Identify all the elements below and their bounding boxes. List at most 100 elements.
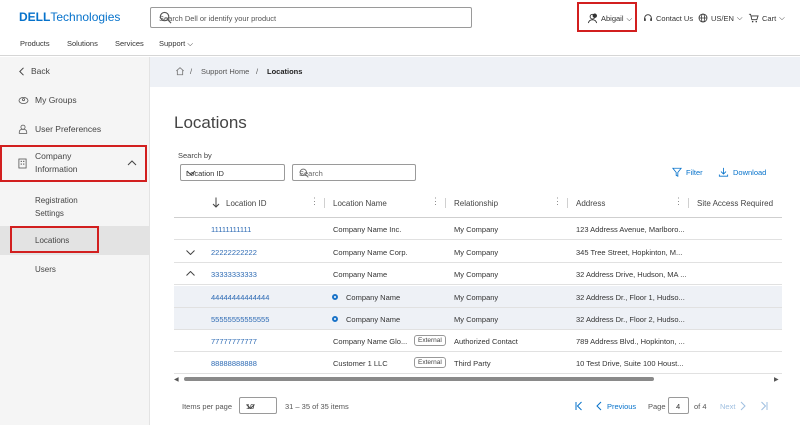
column-divider xyxy=(688,198,689,208)
column-header-location-id[interactable]: Location ID xyxy=(226,199,266,208)
page-label: Page xyxy=(648,402,666,411)
address: 32 Address Drive, Hudson, MA ... xyxy=(576,270,687,279)
location-id-link[interactable]: 22222222222 xyxy=(211,248,257,257)
sidebar-back[interactable]: Back xyxy=(0,65,150,77)
search-icon[interactable] xyxy=(159,11,464,24)
location-name: Company Name Inc. xyxy=(333,225,402,234)
nav-support[interactable]: Support ⌵ xyxy=(159,39,193,49)
address: 123 Address Avenue, Marlboro... xyxy=(576,225,685,234)
next-page-icon[interactable] xyxy=(740,401,746,411)
scroll-right-arrow-icon[interactable]: ▶ xyxy=(774,376,779,383)
chevron-down-icon: ⌵ xyxy=(779,13,785,22)
user-name: Abigail xyxy=(601,14,624,23)
filter-label: Filter xyxy=(686,167,703,177)
chevron-down-icon xyxy=(186,170,279,176)
cart-button[interactable]: Cart ⌵ xyxy=(748,13,785,23)
sidebar-item-users[interactable]: Users xyxy=(35,263,56,276)
company-line2: Information xyxy=(35,164,78,174)
first-page-icon[interactable] xyxy=(575,401,583,411)
external-badge: External xyxy=(414,335,446,346)
relationship: My Company xyxy=(454,248,499,257)
previous-page-icon[interactable] xyxy=(596,401,602,411)
site-search-input[interactable]: Search Dell or identify your product xyxy=(150,7,472,28)
horizontal-scrollbar[interactable]: ◀ ▶ xyxy=(174,374,782,384)
globe-icon xyxy=(698,13,708,23)
relationship: Authorized Contact xyxy=(454,337,518,346)
items-per-page-label: Items per page xyxy=(182,402,233,411)
relationship: My Company xyxy=(454,315,499,324)
chevron-down-icon: ⌵ xyxy=(626,13,633,23)
contact-us-label: Contact Us xyxy=(656,13,694,23)
next-page-button[interactable]: Next xyxy=(720,402,735,411)
column-divider xyxy=(567,198,568,208)
expand-chevron-down-icon[interactable] xyxy=(186,250,195,255)
search-field-select[interactable]: Location ID xyxy=(180,164,285,181)
nav-support-label: Support xyxy=(159,39,186,48)
sidebar-item-my-groups[interactable]: My Groups xyxy=(0,93,150,107)
column-header-relationship[interactable]: Relationship xyxy=(454,199,498,208)
sidebar-item-user-preferences[interactable]: User Preferences xyxy=(0,122,150,136)
home-icon[interactable] xyxy=(175,66,185,76)
sidebar-item-label: Company Information xyxy=(35,150,78,176)
groups-icon xyxy=(18,96,29,105)
filter-button[interactable]: Filter xyxy=(672,167,703,177)
chevron-down-icon: ⌵ xyxy=(187,39,194,48)
column-menu-icon[interactable]: ⋮ xyxy=(674,196,683,207)
search-icon xyxy=(299,168,408,178)
table-row: 88888888888 Customer 1 LLC External Thir… xyxy=(174,352,782,374)
table-header: Location ID ⋮ Location Name ⋮ Relationsh… xyxy=(174,188,782,218)
sort-down-arrow-icon[interactable] xyxy=(212,197,220,208)
download-label: Download xyxy=(733,167,767,177)
chevron-down-icon: ⌵ xyxy=(736,13,743,22)
location-id-link[interactable]: 11111111111 xyxy=(211,225,251,234)
sidebar-item-label: User Preferences xyxy=(35,124,102,134)
child-location-dot-icon xyxy=(332,294,338,300)
column-menu-icon[interactable]: ⋮ xyxy=(553,196,562,207)
locale-selector[interactable]: US/EN ⌵ xyxy=(698,13,743,23)
breadcrumb-support-home[interactable]: Support Home xyxy=(201,67,249,76)
search-by-label: Search by xyxy=(178,151,212,160)
nav-solutions[interactable]: Solutions xyxy=(67,39,98,48)
download-button[interactable]: Download xyxy=(718,167,766,177)
location-id-link[interactable]: 33333333333 xyxy=(211,270,257,279)
sidebar-item-company-information[interactable]: Company Information xyxy=(0,149,150,177)
relationship: My Company xyxy=(454,293,499,302)
page-number-input[interactable]: 4 xyxy=(668,397,689,414)
relationship: Third Party xyxy=(454,359,491,368)
contact-us-link[interactable]: Contact Us xyxy=(643,13,693,23)
page-total: of 4 xyxy=(694,402,707,411)
location-id-link[interactable]: 88888888888 xyxy=(211,359,257,368)
breadcrumb-separator: / xyxy=(190,67,193,76)
breadcrumb-separator: / xyxy=(256,67,259,76)
items-per-page-select[interactable]: 10 xyxy=(239,397,277,414)
column-header-address[interactable]: Address xyxy=(576,199,605,208)
sidebar: Back My Groups User Preferences Company I… xyxy=(0,57,150,425)
relationship: My Company xyxy=(454,270,499,279)
scroll-left-arrow-icon[interactable]: ◀ xyxy=(174,376,179,383)
address: 345 Tree Street, Hopkinton, M... xyxy=(576,248,683,257)
table-row-child: 55555555555555 Company Name My Company 3… xyxy=(174,308,782,330)
table-row-child: 44444444444444 Company Name My Company 3… xyxy=(174,286,782,308)
sidebar-item-registration-settings[interactable]: Registration Settings xyxy=(35,194,78,220)
user-menu-button[interactable]: Abigail ⌵ xyxy=(587,13,632,24)
location-name: Company Name xyxy=(333,270,388,279)
column-header-site-access[interactable]: Site Access Required xyxy=(697,199,773,208)
building-icon xyxy=(18,158,27,169)
nav-products[interactable]: Products xyxy=(20,39,50,48)
cart-icon xyxy=(748,13,759,23)
previous-page-button[interactable]: Previous xyxy=(607,402,636,411)
location-id-link[interactable]: 55555555555555 xyxy=(211,315,269,324)
dell-logo[interactable]: DELLTechnologies xyxy=(19,10,120,24)
location-id-link[interactable]: 77777777777 xyxy=(211,337,257,346)
sidebar-back-label: Back xyxy=(31,66,50,76)
column-header-location-name[interactable]: Location Name xyxy=(333,199,387,208)
location-id-link[interactable]: 44444444444444 xyxy=(211,293,269,302)
column-menu-icon[interactable]: ⋮ xyxy=(431,196,440,207)
last-page-icon[interactable] xyxy=(760,401,768,411)
column-menu-icon[interactable]: ⋮ xyxy=(310,196,319,207)
nav-services[interactable]: Services xyxy=(115,39,144,48)
headset-icon xyxy=(643,13,653,23)
collapse-chevron-up-icon[interactable] xyxy=(186,271,195,276)
scrollbar-thumb[interactable] xyxy=(184,377,654,381)
table-search-input[interactable]: Search xyxy=(292,164,416,181)
